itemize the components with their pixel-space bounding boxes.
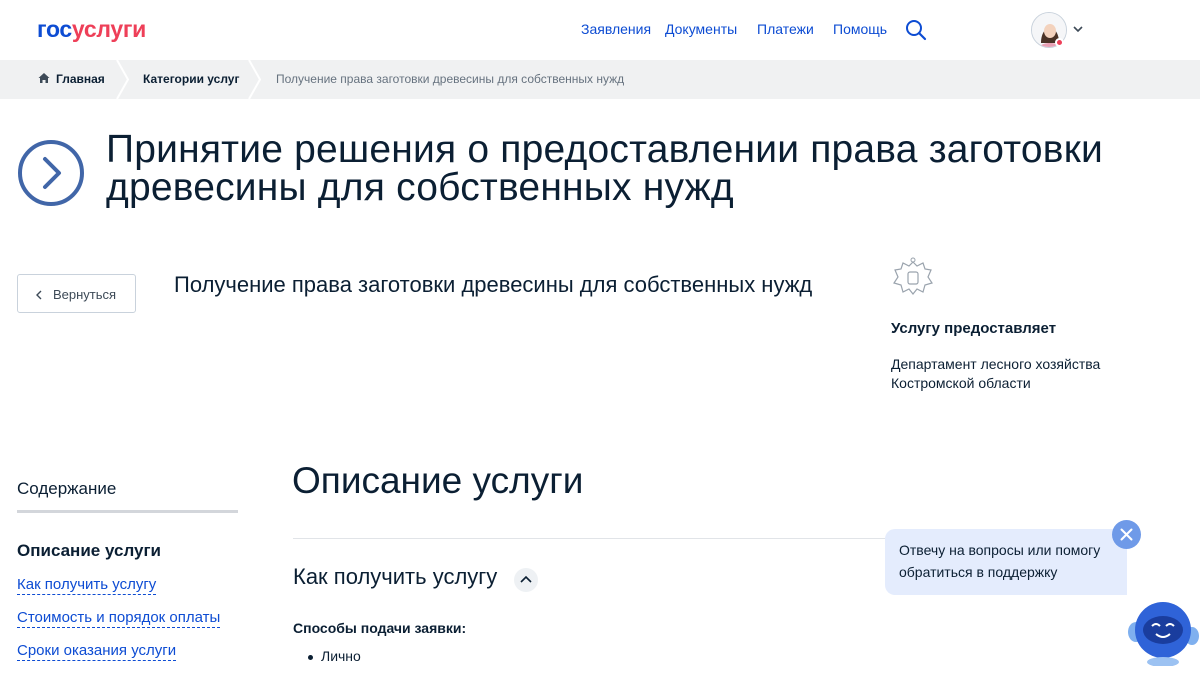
breadcrumb-home[interactable]: Главная: [56, 72, 105, 86]
collapse-button[interactable]: [514, 568, 538, 592]
section-title: Описание услуги: [292, 460, 584, 501]
search-icon[interactable]: [905, 19, 927, 41]
gosuslugi-logo[interactable]: госуслуги: [37, 16, 146, 43]
breadcrumb-categories[interactable]: Категории услуг: [143, 72, 239, 86]
page-title: Принятие решения о предоставлении права …: [106, 128, 1103, 209]
back-button-label: Вернуться: [53, 287, 117, 302]
breadcrumb-current: Получение права заготовки древесины для …: [276, 72, 625, 86]
chevron-down-icon[interactable]: [1072, 23, 1084, 35]
chat-robot-icon[interactable]: [1126, 598, 1200, 666]
chevron-right-circle-icon: [18, 140, 84, 206]
breadcrumb-separator: [116, 60, 130, 99]
chevron-up-icon: [520, 575, 532, 583]
close-button[interactable]: [1112, 520, 1141, 549]
provider-name: Департамент лесного хозяйства Костромско…: [891, 356, 1101, 391]
home-icon[interactable]: [38, 72, 50, 84]
coat-of-arms-icon: [893, 257, 933, 295]
toc-divider: [17, 510, 238, 513]
toc-title: Содержание: [17, 479, 117, 498]
nav-help[interactable]: Помощь: [833, 21, 887, 37]
toc-item-cost[interactable]: Стоимость и порядок оплаты: [17, 609, 221, 628]
breadcrumb-separator: [248, 60, 262, 99]
list-bullet: [308, 655, 313, 660]
notification-dot: [1055, 38, 1064, 47]
breadcrumb: Главная Категории услуг Получение права …: [0, 60, 1200, 99]
close-icon: [1120, 528, 1133, 541]
toc-item-terms[interactable]: Сроки оказания услуги: [17, 642, 177, 661]
method-item: Лично: [321, 648, 361, 664]
toc-item-how-to-get[interactable]: Как получить услугу: [17, 576, 157, 595]
chevron-left-icon: [36, 290, 42, 300]
nav-payments[interactable]: Платежи: [757, 21, 814, 37]
service-subtitle: Получение права заготовки древесины для …: [174, 272, 813, 297]
nav-applications[interactable]: Заявления: [581, 21, 651, 37]
back-button[interactable]: Вернуться: [17, 274, 136, 313]
chat-bubble[interactable]: Отвечу на вопросы или помогу обратиться …: [885, 529, 1127, 595]
nav-documents[interactable]: Документы: [665, 21, 737, 37]
methods-heading: Способы подачи заявки:: [293, 620, 467, 636]
toc-item-description[interactable]: Описание услуги: [17, 541, 161, 561]
header: госуслуги Заявления Документы Платежи По…: [0, 0, 1200, 60]
section-divider: [293, 538, 893, 539]
how-to-get-title: Как получить услугу: [293, 564, 498, 589]
provider-heading: Услугу предоставляет: [891, 320, 1057, 337]
